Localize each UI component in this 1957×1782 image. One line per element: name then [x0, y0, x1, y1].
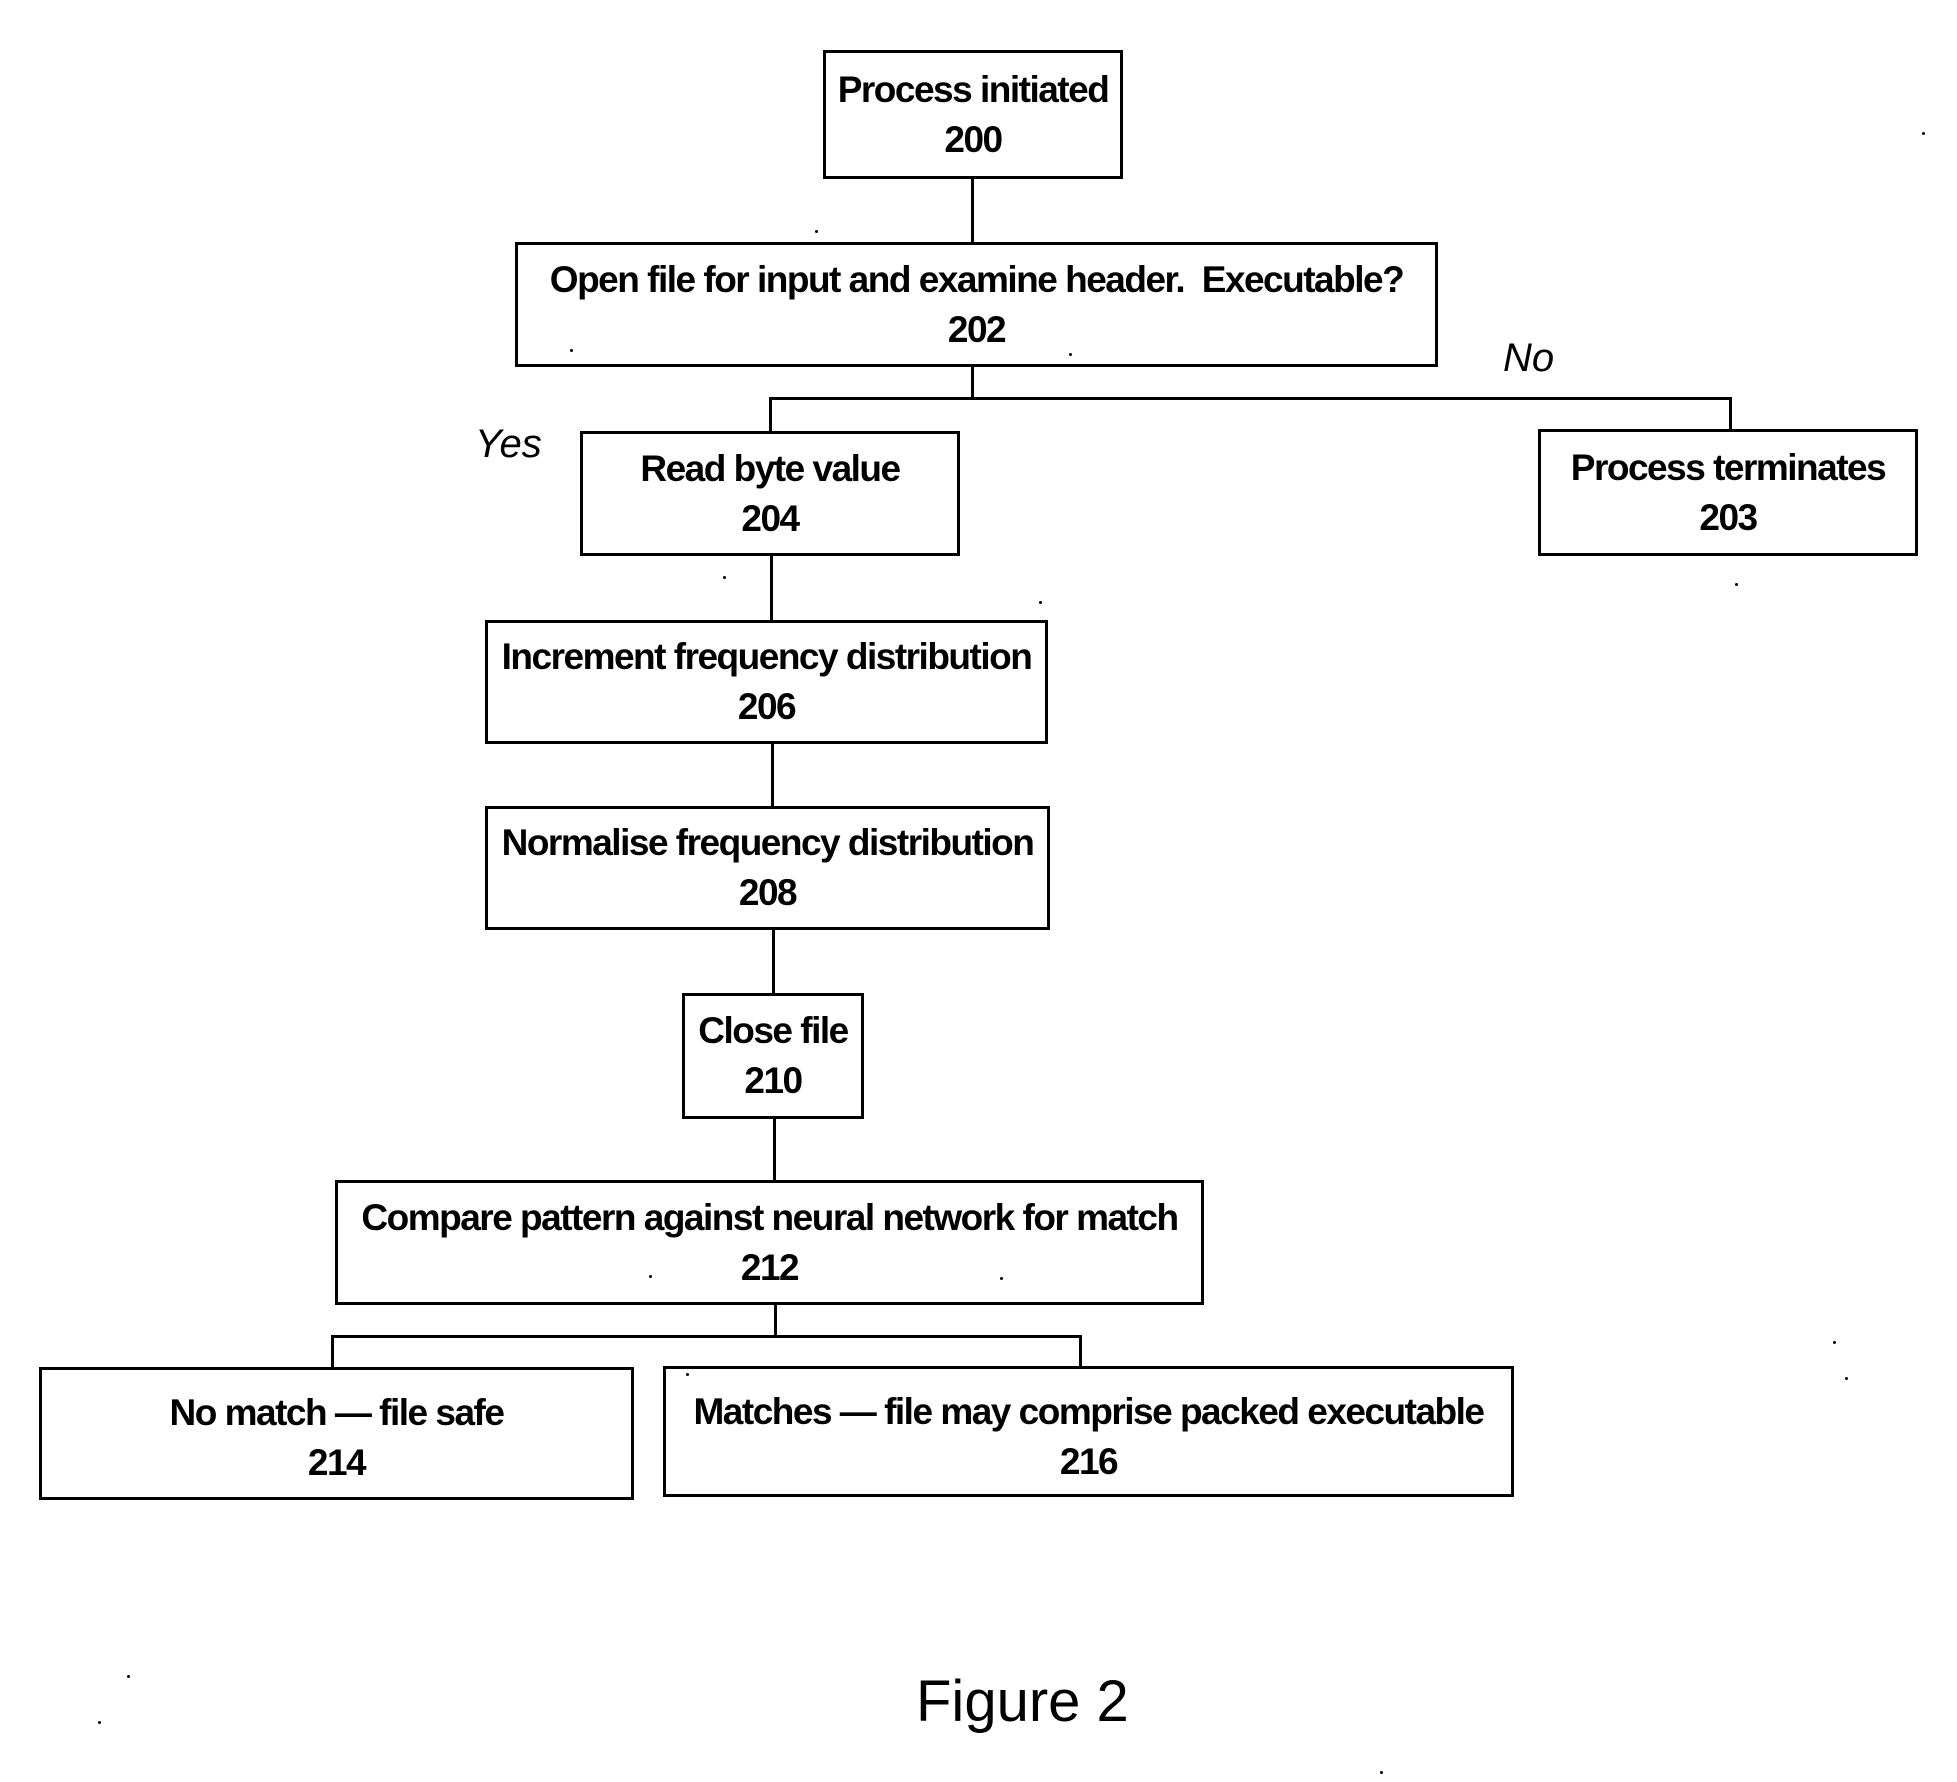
node-matches-packed-executable: Matches — file may comprise packed execu… — [663, 1366, 1514, 1497]
scan-speck — [686, 1373, 689, 1376]
node-label: Read byte value — [640, 447, 901, 489]
connector-split-216 — [1079, 1335, 1082, 1367]
node-label: No match — file safe — [169, 1392, 505, 1433]
connector-210-212 — [773, 1118, 776, 1181]
node-number: 214 — [307, 1442, 367, 1483]
connector-decision-horizontal — [769, 397, 1732, 400]
connector-202-split — [971, 366, 974, 399]
node-read-byte-value: Read byte value 204 — [580, 431, 960, 556]
connector-204-206 — [770, 555, 773, 621]
scan-speck — [127, 1675, 130, 1678]
node-label: Process initiated — [837, 68, 1110, 110]
branch-label-yes: Yes — [475, 422, 542, 466]
scan-speck — [1380, 1771, 1383, 1774]
node-number: 203 — [1699, 496, 1758, 538]
figure-caption: Figure 2 — [916, 1669, 1129, 1734]
connector-split-214 — [331, 1335, 334, 1368]
connector-206-208 — [771, 743, 774, 807]
node-number: 204 — [741, 497, 800, 539]
node-open-file-decision: Open file for input and examine header. … — [515, 242, 1438, 367]
node-number: 200 — [944, 118, 1003, 160]
node-process-terminates: Process terminates 203 — [1538, 429, 1918, 556]
node-label: Close file — [698, 1010, 849, 1051]
node-label: Matches — file may comprise packed execu… — [693, 1391, 1485, 1432]
scan-speck — [570, 349, 573, 352]
node-process-initiated: Process initiated 200 — [823, 50, 1123, 179]
scan-speck — [815, 230, 818, 233]
connector-208-210 — [772, 929, 775, 994]
node-number: 210 — [744, 1060, 803, 1101]
node-normalise-frequency: Normalise frequency distribution 208 — [485, 806, 1050, 930]
scan-speck — [1039, 601, 1042, 604]
scan-speck — [1922, 132, 1925, 135]
node-number: 216 — [1059, 1441, 1119, 1482]
node-no-match-file-safe: No match — file safe 214 — [39, 1367, 634, 1500]
connector-split-204 — [769, 397, 772, 432]
connector-200-202 — [971, 178, 974, 243]
connector-result-horizontal — [331, 1335, 1082, 1338]
scan-speck — [1833, 1341, 1836, 1344]
scan-speck — [1845, 1377, 1848, 1380]
connector-212-split — [774, 1304, 777, 1337]
node-label: Open file for input and examine header. … — [549, 258, 1405, 300]
scan-speck — [98, 1721, 101, 1724]
branch-label-no: No — [1503, 336, 1555, 380]
node-close-file: Close file 210 — [682, 993, 864, 1119]
node-label: Process terminates — [1570, 446, 1887, 488]
node-label: Increment frequency distribution — [501, 636, 1033, 677]
node-number: 208 — [738, 872, 798, 913]
scan-speck — [1069, 353, 1072, 356]
node-compare-pattern: Compare pattern against neural network f… — [335, 1180, 1204, 1305]
scan-speck — [723, 576, 726, 579]
node-label: Compare pattern against neural network f… — [361, 1196, 1179, 1238]
node-number: 202 — [947, 308, 1007, 350]
scan-speck — [1735, 583, 1738, 586]
node-label: Normalise frequency distribution — [501, 822, 1035, 863]
connector-split-203 — [1729, 397, 1732, 430]
scan-speck — [1000, 1277, 1003, 1280]
scan-speck — [649, 1275, 652, 1278]
node-number: 212 — [740, 1246, 800, 1288]
node-number: 206 — [737, 686, 797, 727]
node-increment-frequency: Increment frequency distribution 206 — [485, 620, 1048, 744]
